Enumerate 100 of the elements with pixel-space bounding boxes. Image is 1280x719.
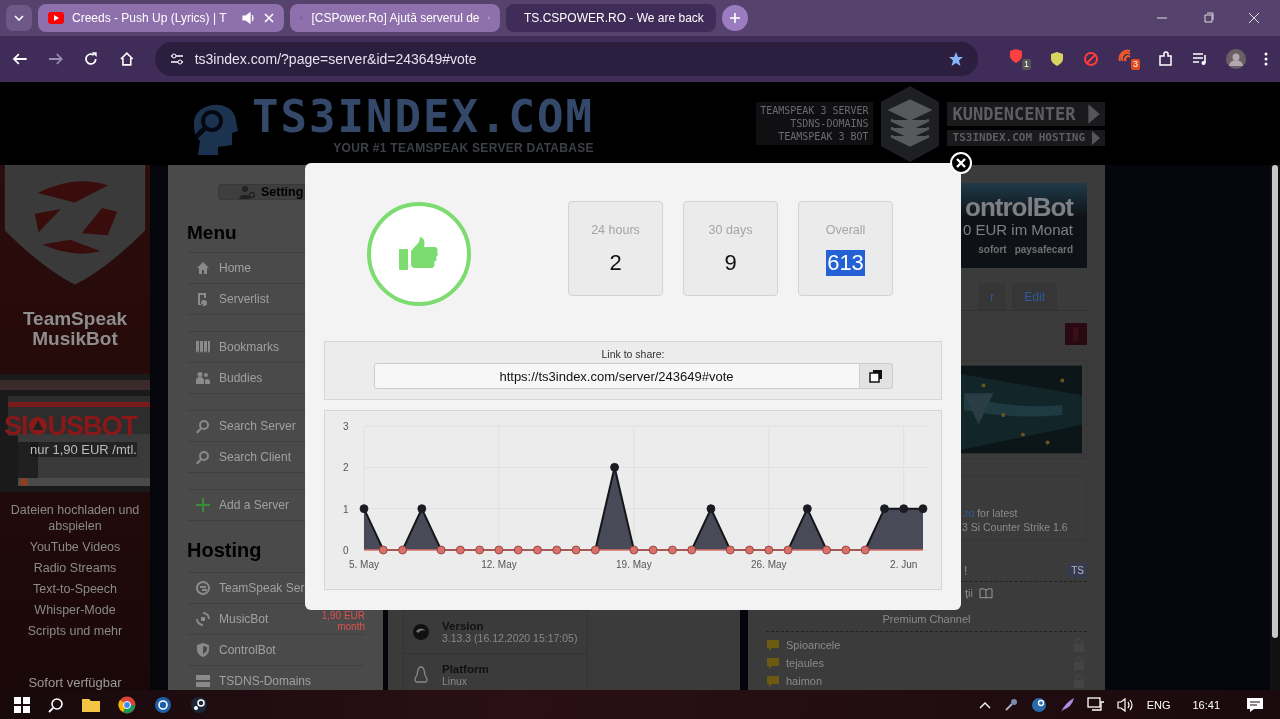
feature-text: Whisper-Mode <box>33 602 117 618</box>
shield-icon <box>1008 48 1024 64</box>
avatar-icon[interactable] <box>1226 49 1246 69</box>
channel-name[interactable]: Spioancele <box>786 639 841 651</box>
tab-title: TS.CSPOWER.RO - We are back <box>524 11 704 25</box>
menu-item[interactable]: MusicBot <box>187 604 269 634</box>
steam-icon[interactable] <box>190 695 208 714</box>
stat-value: 2 <box>608 250 623 276</box>
extension-badge: 1 <box>1022 59 1031 70</box>
site-logo[interactable]: TS3INDEX.COM <box>252 92 594 141</box>
extension-button[interactable]: 1 <box>1008 48 1031 70</box>
notification-icon[interactable] <box>1246 696 1264 713</box>
puzzle-icon[interactable] <box>1158 51 1174 67</box>
windows-icon[interactable] <box>14 696 30 713</box>
data-point <box>764 545 774 555</box>
data-point <box>725 545 735 555</box>
tagline: YOUR #1 TEAMSPEAK SERVER DATABASE <box>333 140 594 155</box>
forward-icon[interactable] <box>47 51 64 67</box>
restore-icon[interactable] <box>1202 12 1214 24</box>
stat-label: 30 days <box>708 223 753 237</box>
payment-logo: sofort <box>978 244 1007 255</box>
menu-item[interactable]: TSDNS-Domains <box>187 666 311 690</box>
feature-text: Scripts und mehr <box>26 623 124 639</box>
data-point <box>918 504 928 514</box>
stat-label: Overall <box>825 223 866 237</box>
data-point <box>378 545 388 555</box>
menu-item[interactable]: TeamSpeak Ser <box>187 573 305 603</box>
banner-price: 0 EUR im Monat <box>962 221 1073 239</box>
chat-icon <box>766 656 780 670</box>
data-point <box>783 545 793 555</box>
data-point <box>706 504 716 514</box>
more-icon[interactable] <box>1264 51 1268 67</box>
chevron-up-icon[interactable] <box>978 700 991 709</box>
chat-icon <box>766 674 780 688</box>
data-point <box>359 504 369 514</box>
browser-tab[interactable]: Creeds - Push Up (Lyrics) | T <box>38 4 284 32</box>
tab[interactable]: r <box>978 283 1007 310</box>
site-settings-icon[interactable] <box>168 51 185 67</box>
feature-text: Dateien hochladen und abspielen <box>10 502 140 534</box>
header-link[interactable]: TS3INDEX.COM HOSTING <box>946 129 1105 146</box>
banner-headline: ontrolBot <box>965 193 1073 221</box>
playlist-icon[interactable] <box>1192 51 1208 67</box>
folder-icon[interactable] <box>82 696 100 713</box>
browser-tab[interactable]: [CSPower.Ro] Ajută serverul de <box>290 4 500 32</box>
reload-icon[interactable] <box>83 51 99 67</box>
axis-label: 5. May <box>349 559 379 570</box>
viewer-title: ! <box>964 563 968 578</box>
feather-icon[interactable] <box>1058 696 1075 713</box>
channel-name[interactable]: tejaules <box>786 657 824 669</box>
data-point <box>436 545 446 555</box>
plus-icon <box>195 497 211 513</box>
link-field[interactable]: https://ts3index.com/server/243649#vote <box>373 363 860 389</box>
service-label: TEAMSPEAK 3 SERVER <box>760 104 869 117</box>
axis-label: 2 <box>343 462 349 474</box>
axis-label: 3 <box>343 421 349 432</box>
stat-value: 9 <box>723 250 738 276</box>
address-bar[interactable]: ts3index.com/?page=server&id=243649#vote <box>154 42 978 76</box>
tab[interactable]: Edit <box>1012 283 1057 310</box>
copy-button[interactable] <box>859 363 893 389</box>
steam-icon[interactable] <box>1030 696 1047 713</box>
info-value: 3.13.3 (16.12.2020 15:17:05) <box>442 632 578 644</box>
close-icon[interactable] <box>1248 12 1260 24</box>
shield-icon[interactable] <box>1049 51 1065 67</box>
tab-search-button[interactable] <box>6 5 32 31</box>
browser-icon[interactable] <box>118 695 136 714</box>
tab-title: [CSPower.Ro] Ajută serverul de <box>311 11 480 25</box>
header-link[interactable]: KUNDENCENTER <box>946 101 1105 126</box>
user-gear-icon <box>239 185 255 199</box>
ts-badge[interactable]: TS <box>1068 563 1087 578</box>
video-icon <box>48 12 64 24</box>
star-icon[interactable] <box>948 51 964 67</box>
network-icon[interactable] <box>1086 696 1105 713</box>
new-tab-button[interactable] <box>722 5 748 31</box>
axis-label: 1 <box>343 503 349 515</box>
axis-label: 12. May <box>481 559 517 570</box>
app-icon[interactable] <box>154 695 172 714</box>
scrollbar[interactable] <box>1270 165 1280 690</box>
search-icon[interactable] <box>48 696 64 713</box>
home-icon[interactable] <box>119 51 135 67</box>
extension-button[interactable]: 3 <box>1117 48 1140 70</box>
speaker-icon[interactable] <box>242 12 256 24</box>
language-indicator[interactable]: ENG <box>1146 698 1171 711</box>
stat-value: 613 <box>826 250 865 276</box>
ad-banner[interactable]: TeamSpeak MusikBot SI USBOT nur 1,90 EUR /mtl. Dateien hochladen und abspielen YouTube Videos Radio Streams Text-to-Speech Whisper-Mode Scripts und mehr Sofort verfügbar <box>0 165 150 690</box>
brand-text: SI <box>4 411 28 440</box>
feature-text: Text-to-Speech <box>31 581 119 597</box>
channel-name: Premium Channel <box>766 613 1087 632</box>
browser-tab[interactable]: TS.CSPOWER.RO - We are back <box>506 4 716 32</box>
volume-icon[interactable] <box>1116 696 1135 713</box>
block-icon[interactable] <box>1083 51 1099 67</box>
swirl-icon <box>412 623 430 641</box>
clock[interactable]: 16:41 <box>1192 698 1220 711</box>
data-point <box>571 545 581 555</box>
service-label: TEAMSPEAK 3 BOT <box>778 130 869 143</box>
data-point <box>802 504 812 514</box>
back-icon[interactable] <box>12 51 28 67</box>
menu-item[interactable]: ControlBot <box>187 635 276 665</box>
tab-title: Creeds - Push Up (Lyrics) | T <box>72 11 228 25</box>
shield-icon <box>195 642 211 658</box>
channel-name[interactable]: haimon <box>786 675 823 687</box>
